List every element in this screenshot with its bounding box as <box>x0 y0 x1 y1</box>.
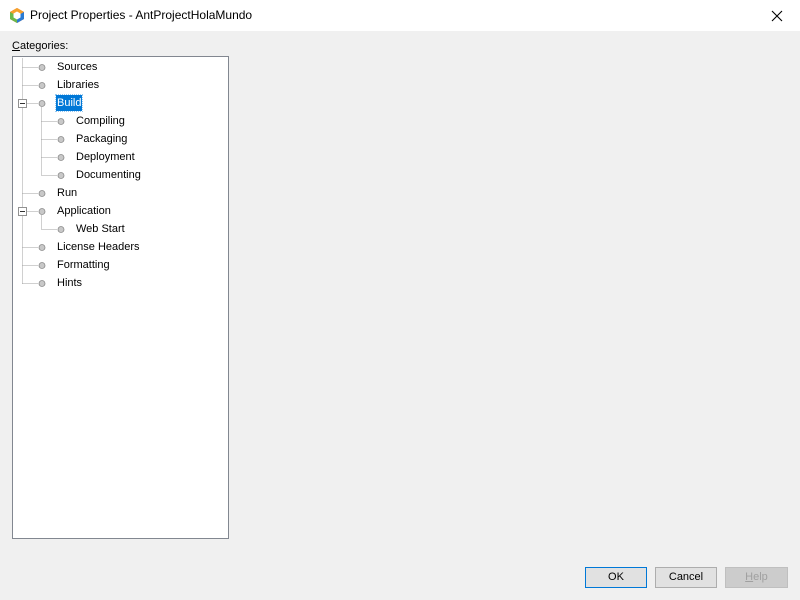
tree-item-hints[interactable]: Hints <box>56 275 83 291</box>
netbeans-icon <box>10 8 24 23</box>
tree-node-bullet-icon <box>57 136 65 143</box>
categories-label-rest: ategories: <box>19 40 69 52</box>
ok-button[interactable]: OK <box>585 567 647 588</box>
tree-lines <box>18 58 65 287</box>
tree-node-bullet-icon <box>38 262 46 269</box>
close-icon <box>771 10 783 21</box>
tree-node-bullet-icon <box>57 154 65 161</box>
categories-label: Categories: <box>12 40 68 52</box>
tree-node-bullet-icon <box>38 100 46 107</box>
cancel-button-label: Cancel <box>668 571 704 583</box>
window-title: Project Properties - AntProjectHolaMundo <box>30 8 253 22</box>
tree-item-formatting[interactable]: Formatting <box>56 257 111 273</box>
tree-node-bullet-icon <box>38 64 46 71</box>
tree-item-sources[interactable]: Sources <box>56 59 98 75</box>
ok-button-label: OK <box>608 571 624 583</box>
tree-item-license-headers[interactable]: License Headers <box>56 239 141 255</box>
tree-item-documenting[interactable]: Documenting <box>75 167 142 183</box>
help-mnemonic: H <box>745 571 754 583</box>
tree-item-build[interactable]: Build <box>54 94 84 112</box>
help-button-rest: elp <box>753 571 768 583</box>
categories-mnemonic: C <box>12 40 20 52</box>
tree-node-bullet-icon <box>57 172 65 179</box>
tree-item-application[interactable]: Application <box>56 203 112 219</box>
help-button[interactable]: Help <box>725 567 788 588</box>
tree-node-bullet-icon <box>57 118 65 125</box>
cancel-button[interactable]: Cancel <box>655 567 717 588</box>
tree-item-web-start[interactable]: Web Start <box>75 221 126 237</box>
tree-collapse-icon[interactable] <box>18 99 27 108</box>
tree-collapse-icon[interactable] <box>18 207 27 216</box>
categories-tree[interactable]: Sources Libraries Build Compiling Packaging D… <box>12 56 229 539</box>
tree-item-deployment[interactable]: Deployment <box>75 149 136 165</box>
tree-node-bullet-icon <box>38 244 46 251</box>
tree-node-bullet-icon <box>38 190 46 197</box>
tree-node-bullet-icon <box>57 226 65 233</box>
tree-node-bullet-icon <box>38 82 46 89</box>
tree-node-bullet-icon <box>38 208 46 215</box>
close-button[interactable] <box>754 0 800 31</box>
tree-item-packaging[interactable]: Packaging <box>75 131 128 147</box>
tree-item-run[interactable]: Run <box>56 185 78 201</box>
title-bar: Project Properties - AntProjectHolaMundo <box>0 0 800 31</box>
tree-item-libraries[interactable]: Libraries <box>56 77 100 93</box>
tree-node-bullet-icon <box>38 280 46 287</box>
tree-item-compiling[interactable]: Compiling <box>75 113 126 129</box>
